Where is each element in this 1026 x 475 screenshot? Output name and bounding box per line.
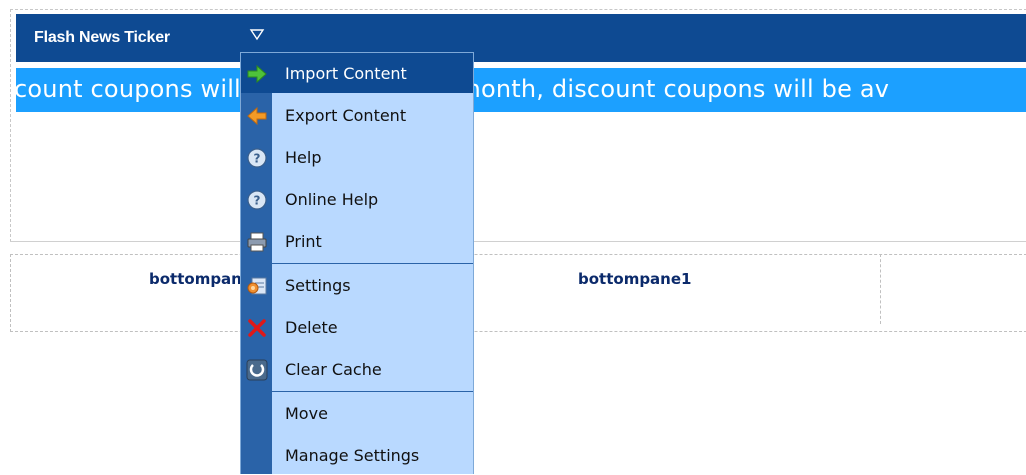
menu-item-delete[interactable]: Delete (241, 307, 473, 347)
menu-item-label: Print (285, 232, 322, 251)
menu-item-label: Help (285, 148, 322, 167)
menu-item-export-content[interactable]: Export Content (241, 95, 473, 135)
menu-separator (272, 391, 473, 392)
arrow-right-icon (247, 64, 267, 84)
arrow-left-icon (247, 106, 267, 126)
module-title: Flash News Ticker (34, 29, 170, 46)
bottom-pane-row (10, 254, 1026, 332)
menu-item-label: Online Help (285, 190, 379, 209)
menu-item-label: Delete (285, 318, 338, 337)
printer-icon (247, 232, 267, 252)
menu-item-settings[interactable]: Settings (241, 265, 473, 305)
module-header: Flash News Ticker (16, 14, 1026, 62)
menu-item-label: Import Content (285, 64, 407, 83)
menu-item-label: Move (285, 404, 328, 423)
menu-item-manage-settings[interactable]: Manage Settings (241, 435, 473, 475)
menu-item-label: Settings (285, 276, 351, 295)
menu-item-label: Export Content (285, 106, 407, 125)
pane-separator (880, 254, 881, 324)
dropdown-arrow-icon[interactable] (249, 27, 265, 43)
menu-item-move[interactable]: Move (241, 393, 473, 433)
bottom-pane-label: bottompane1 (578, 270, 692, 288)
delete-icon (248, 319, 266, 337)
help-icon: ? (247, 148, 267, 168)
svg-text:?: ? (254, 152, 261, 166)
menu-item-import-content[interactable]: Import Content (241, 53, 473, 93)
news-ticker: count coupons will be available this mon… (16, 68, 1026, 112)
svg-text:?: ? (254, 194, 261, 208)
refresh-icon (246, 359, 268, 381)
menu-item-help[interactable]: ? Help (241, 137, 473, 177)
menu-item-label: Manage Settings (285, 446, 420, 465)
settings-icon (247, 277, 267, 295)
menu-item-online-help[interactable]: ? Online Help (241, 179, 473, 219)
menu-item-label: Clear Cache (285, 360, 382, 379)
help-icon: ? (247, 190, 267, 210)
menu-separator (272, 263, 473, 264)
divider (10, 241, 1026, 242)
menu-item-clear-cache[interactable]: Clear Cache (241, 349, 473, 389)
context-menu: Import Content Export Content ? Help ? O… (240, 52, 474, 474)
menu-item-print[interactable]: Print (241, 221, 473, 261)
